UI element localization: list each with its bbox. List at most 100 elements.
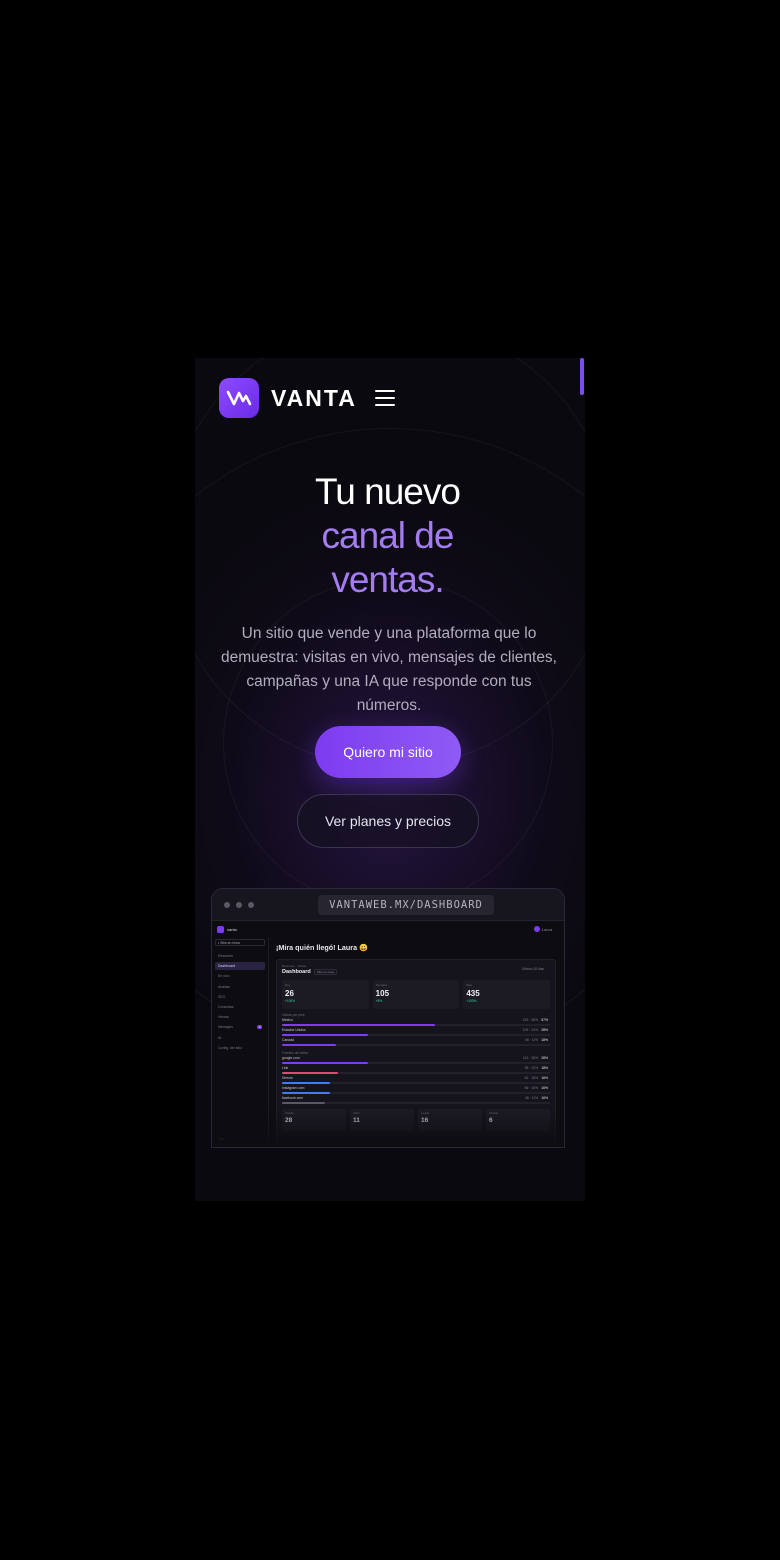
row-name: Canadá <box>282 1038 294 1042</box>
sidebar-item[interactable]: Resumen <box>215 952 265 960</box>
list-item: México 253 · 58% 57% <box>282 1017 550 1027</box>
logo-icon[interactable] <box>219 378 259 418</box>
quiero-mi-sitio-button[interactable]: Quiero mi sitio <box>315 726 461 778</box>
hero-subtitle: Un sitio que vende y una plataforma que … <box>221 625 557 714</box>
stat-card: Ventas 6 <box>486 1109 550 1131</box>
dashboard-sidebar: • Sitio en línea Resumen Dashboard En vivo… <box>212 937 269 1147</box>
sidebar-item[interactable]: En vivo <box>215 972 265 980</box>
hero-title-line-2: canal de <box>321 515 455 556</box>
list-item: Link 98 · 22% 18% <box>282 1065 550 1075</box>
row-value: 105 · 24% 28% <box>523 1028 548 1032</box>
row-count: 98 · 22% <box>524 1066 539 1070</box>
row-value: 66 · 15% 16% <box>525 1086 548 1090</box>
dashboard-user: Laura <box>541 926 552 932</box>
kpi-change: +8% <box>375 999 383 1003</box>
scrollbar[interactable] <box>580 358 585 1201</box>
sidebar-item-label: Análisis <box>218 984 231 989</box>
sidebar-item[interactable]: SEO <box>215 993 265 1001</box>
stat-value: 11 <box>353 1117 360 1124</box>
row-count: 48 · 11% <box>524 1038 539 1042</box>
kpi-card: Mes 435 +100% <box>463 980 551 1009</box>
logout-link: Salir <box>218 1137 226 1141</box>
dashboard-logo-icon <box>217 925 224 933</box>
sidebar-item[interactable]: Consultas <box>215 1003 265 1011</box>
row-count: 105 · 24% <box>522 1028 539 1032</box>
row-percent: 18% <box>541 1066 548 1070</box>
stat-label: Ventas <box>489 1111 499 1115</box>
stat-card: Leads 16 <box>418 1109 482 1131</box>
site-selector: • Sitio en línea <box>215 939 265 946</box>
row-count: 81 · 18% <box>524 1076 539 1080</box>
stat-value: 16 <box>421 1117 429 1124</box>
window-dot-icon <box>248 901 254 908</box>
stat-label: Visitas <box>285 1111 294 1115</box>
brand-wordmark[interactable]: VANTA <box>271 385 357 412</box>
scrollbar-thumb[interactable] <box>580 358 584 395</box>
stat-value: 28 <box>285 1117 293 1124</box>
row-bar <box>282 1092 331 1094</box>
sidebar-item[interactable]: Mensajes 3 <box>215 1023 265 1031</box>
list-item: Estados Unidos 105 · 24% 28% <box>282 1027 550 1037</box>
top-nav: VANTA <box>219 378 395 418</box>
row-value: 142 · 35% 28% <box>523 1056 548 1060</box>
sidebar-item[interactable]: Dashboard <box>215 962 265 971</box>
row-name: Directo <box>282 1076 293 1080</box>
kpi-change: +100% <box>466 999 477 1003</box>
kpi-card: Semana 105 +8% <box>372 980 460 1009</box>
ver-planes-button[interactable]: Ver planes y precios <box>297 794 479 848</box>
nav-count-badge: 3 <box>257 1025 262 1030</box>
list-item: Canadá 48 · 11% 18% <box>282 1037 550 1047</box>
sidebar-item-label: Consultas <box>218 1004 234 1009</box>
avatar <box>533 926 540 932</box>
row-value: 48 · 11% 16% <box>525 1096 548 1100</box>
row-name: México <box>282 1018 293 1022</box>
dashboard-panel: Resumen · Visitas Dashboard Sitio en lín… <box>276 959 556 1147</box>
window-dot-icon <box>224 901 230 908</box>
row-bar <box>282 1072 339 1074</box>
row-value: 253 · 58% 57% <box>523 1018 548 1022</box>
browser-mockup: VANTAWEB.MX/DASHBOARD vanta Laura • Siti… <box>211 888 565 1148</box>
kpi-label: Semana <box>375 983 387 987</box>
logo-mark-icon <box>226 390 252 406</box>
sidebar-item-label: Dashboard <box>218 964 236 969</box>
sidebar-item-label: Resumen <box>218 954 233 958</box>
row-name: google.com <box>282 1056 300 1060</box>
period-selector: Últimos 30 días <box>522 967 544 971</box>
kpi-value: 435 <box>466 989 480 998</box>
dashboard-header: vanta Laura <box>212 921 564 937</box>
sidebar-item[interactable]: IA <box>215 1034 265 1042</box>
kpi-card: Hoy 26 +100% <box>282 980 369 1009</box>
dashboard-preview: vanta Laura • Sitio en línea Resumen Dash… <box>212 921 564 1147</box>
kpi-value: 105 <box>375 989 390 998</box>
row-value: 48 · 11% 18% <box>525 1038 548 1042</box>
hero-title-line-1: Tu nuevo <box>315 471 461 512</box>
stat-value: 6 <box>489 1117 493 1124</box>
row-bar <box>282 1082 331 1084</box>
list-item: Directo 81 · 18% 16% <box>282 1075 550 1085</box>
sidebar-item-label: Ventas <box>218 1015 229 1020</box>
row-percent: 57% <box>541 1018 548 1022</box>
stat-label: Clics <box>353 1111 360 1115</box>
sidebar-item[interactable]: Ventas <box>215 1013 265 1021</box>
kpi-label: Hoy <box>285 983 291 987</box>
hamburger-menu-icon[interactable] <box>374 390 395 406</box>
sidebar-item-label: Config. del sitio <box>218 1045 242 1050</box>
row-bar <box>282 1024 435 1026</box>
row-percent: 16% <box>541 1096 548 1100</box>
row-count: 142 · 35% <box>522 1056 539 1060</box>
list-item: Instagram.com 66 · 15% 16% <box>282 1085 550 1095</box>
row-count: 48 · 11% <box>524 1096 539 1100</box>
row-bar <box>282 1044 336 1046</box>
sidebar-item-label: SEO <box>218 994 226 999</box>
row-bar <box>282 1062 368 1064</box>
window-dot-icon <box>236 901 242 908</box>
row-name: Instagram.com <box>282 1086 305 1090</box>
row-percent: 18% <box>541 1038 548 1042</box>
sidebar-item[interactable]: Análisis <box>215 983 265 991</box>
row-name: Estados Unidos <box>282 1028 306 1032</box>
sidebar-item-label: En vivo <box>218 974 230 979</box>
stat-card: Clics 11 <box>350 1109 414 1131</box>
panel-title: Dashboard <box>282 969 311 975</box>
mobile-viewport: VANTA Tu nuevo canal de ventas. Un sitio… <box>195 358 585 1201</box>
sidebar-item[interactable]: Config. del sitio <box>215 1044 265 1052</box>
